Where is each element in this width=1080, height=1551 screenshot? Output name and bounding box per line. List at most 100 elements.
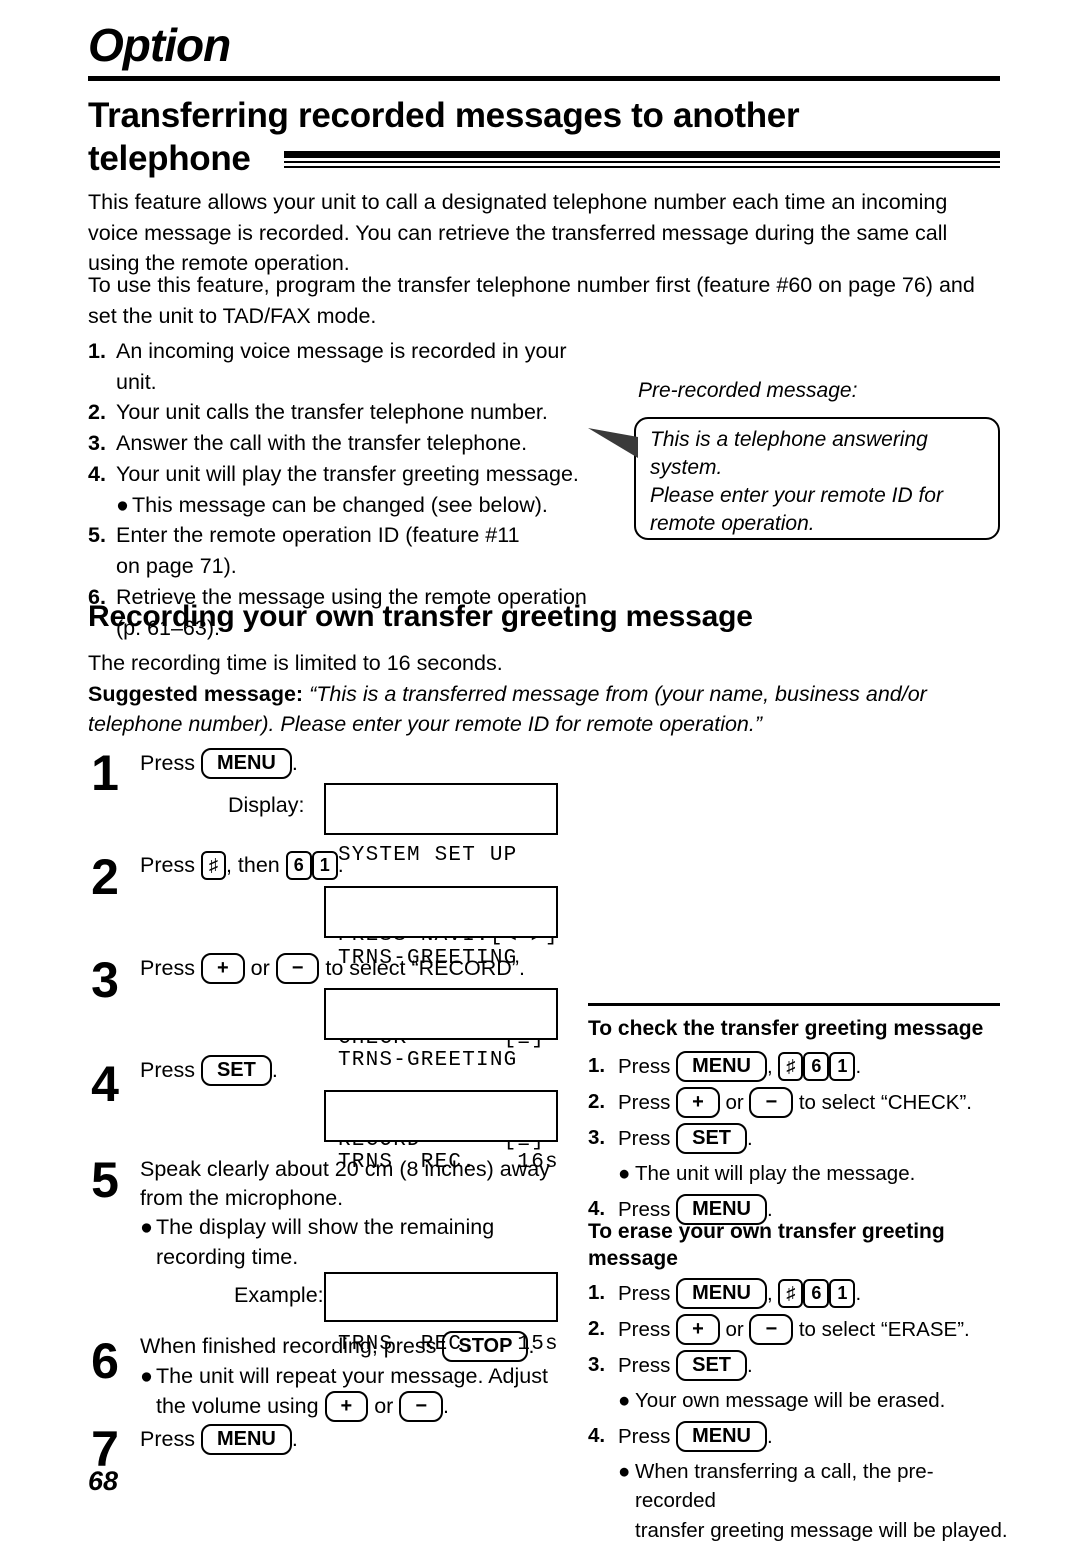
plus-key-button[interactable]: + xyxy=(676,1314,720,1345)
period: . xyxy=(767,1424,773,1448)
bubble-line-4: remote operation. xyxy=(650,511,815,535)
step-4-body: Press SET. xyxy=(140,1055,560,1086)
period: . xyxy=(747,1127,753,1150)
plus-key-button[interactable]: + xyxy=(324,1391,369,1423)
subsection-title: Recording your own transfer greeting mes… xyxy=(88,600,753,633)
list-item: 1. Press MENU, ♯ 6 1. xyxy=(588,1278,1008,1309)
hash-key-button[interactable]: ♯ xyxy=(778,1279,804,1308)
bullet-text: When transferring a call, the pre-record… xyxy=(635,1459,934,1513)
press-word: Press xyxy=(618,1424,671,1448)
erase-section-title-line1: To erase your own transfer greeting xyxy=(588,1220,945,1243)
bullet-text-cont: the volume using xyxy=(156,1394,319,1419)
list-item: 3. Answer the call with the transfer tel… xyxy=(88,428,608,459)
step-5-line-1: Speak clearly about 20 cm (8 inches) awa… xyxy=(140,1157,550,1181)
list-item-text: Your unit will play the transfer greetin… xyxy=(116,461,579,486)
bubble-line-1: This is a telephone answering xyxy=(650,428,928,451)
list-item-bullet: ● The unit will play the message. xyxy=(588,1159,1008,1189)
period: . xyxy=(855,1282,862,1305)
period: . xyxy=(443,1394,449,1419)
step-1-body: Press MENU. xyxy=(140,748,560,779)
list-item: 2. Press + or − to select “CHECK”. xyxy=(588,1087,1008,1118)
list-item-number: 2. xyxy=(88,400,106,425)
menu-key-button[interactable]: MENU xyxy=(676,1420,767,1452)
example-label: Example: xyxy=(234,1283,324,1307)
list-item-text: Enter the remote operation ID (feature #… xyxy=(116,523,520,548)
minus-key-button[interactable]: − xyxy=(749,1314,794,1345)
bullet-icon: ● xyxy=(140,1364,153,1388)
digit-6-key-button[interactable]: 6 xyxy=(803,1052,830,1081)
digit-1-key-button[interactable]: 1 xyxy=(829,1279,856,1308)
minus-key-button[interactable]: − xyxy=(749,1087,794,1118)
list-item: 5. Enter the remote operation ID (featur… xyxy=(88,520,608,551)
press-word: Press xyxy=(618,1091,671,1114)
plus-key-button[interactable]: + xyxy=(676,1087,720,1118)
bullet-text-wrap: The display will show the remaining reco… xyxy=(156,1213,494,1271)
list-item: 3. Press SET. xyxy=(588,1123,1008,1154)
recording-intro: The recording time is limited to 16 seco… xyxy=(88,648,1000,740)
erase-section-list: 1. Press MENU, ♯ 6 1. 2. Press + or − to s… xyxy=(588,1278,1008,1551)
list-item-tail: to select “ERASE”. xyxy=(798,1318,970,1341)
list-item-text: Answer the call with the transfer teleph… xyxy=(116,431,528,456)
suggested-message-label: Suggested message: xyxy=(88,681,304,706)
minus-key-button[interactable]: − xyxy=(399,1391,443,1423)
list-item-number: 3. xyxy=(88,431,106,456)
check-section-title: To check the transfer greeting message xyxy=(588,1017,984,1040)
set-key-button[interactable]: SET xyxy=(676,1123,748,1154)
step-number-4: 4 xyxy=(91,1056,119,1112)
stop-key-button[interactable]: STOP xyxy=(442,1331,529,1362)
digit-6-key-button[interactable]: 6 xyxy=(285,851,312,880)
hash-key-button[interactable]: ♯ xyxy=(200,851,226,880)
list-item-number: 2. xyxy=(588,1317,606,1340)
press-word: Press xyxy=(618,1127,671,1150)
step-2-body: Press ♯, then 61. xyxy=(140,851,560,880)
digit-1-key-button[interactable]: 1 xyxy=(311,851,338,880)
list-item-continuation: on page 71). xyxy=(116,554,237,579)
list-item: 3. Press SET. xyxy=(588,1350,1008,1381)
display-label: Display: xyxy=(228,793,305,817)
intro-step-list: 1. An incoming voice message is recorded… xyxy=(88,336,608,643)
page-title-line1: Transferring recorded messages to anothe… xyxy=(88,96,800,135)
list-item-text: Press SET. xyxy=(618,1350,1008,1381)
list-item-number: 2. xyxy=(588,1090,606,1113)
press-word: Press xyxy=(618,1282,671,1305)
bubble-line-3: Please enter your remote ID for xyxy=(650,483,943,507)
press-word: Press xyxy=(618,1055,671,1078)
lcd-display-step2: TRNS-GREETING CHECK [±] xyxy=(324,886,558,1050)
list-item-number: 1. xyxy=(588,1281,606,1304)
hash-key-button[interactable]: ♯ xyxy=(778,1052,804,1081)
minus-key-button[interactable]: − xyxy=(275,953,320,984)
menu-key-button[interactable]: MENU xyxy=(676,1278,767,1309)
step-3-tail: to select “RECORD”. xyxy=(325,956,525,980)
check-section-list: 1. Press MENU, ♯ 6 1. 2. Press + or − to s… xyxy=(588,1051,1008,1230)
or-word: or xyxy=(725,1091,744,1114)
plus-key-button[interactable]: + xyxy=(200,953,245,984)
comma: , xyxy=(767,1282,773,1305)
list-item-text: Press MENU, ♯ 6 1. xyxy=(618,1051,1008,1082)
step-5-line-2: from the microphone. xyxy=(140,1186,344,1211)
section-label: Option xyxy=(88,19,231,71)
press-word: Press xyxy=(140,1058,195,1082)
comma: , xyxy=(767,1055,773,1078)
bullet-icon: ● xyxy=(116,492,129,517)
step-3-body: Press + or − to select “RECORD”. xyxy=(140,953,580,984)
digit-6-key-button[interactable]: 6 xyxy=(803,1279,830,1308)
step-number-3: 3 xyxy=(91,952,119,1008)
list-item-tail: to select “CHECK”. xyxy=(798,1091,972,1114)
set-key-button[interactable]: SET xyxy=(200,1055,272,1086)
prerecorded-message-label: Pre-recorded message: xyxy=(638,379,858,402)
list-item: 2. Your unit calls the transfer telephon… xyxy=(88,397,608,428)
menu-key-button[interactable]: MENU xyxy=(200,1424,292,1455)
press-word: Press xyxy=(618,1318,671,1341)
step-5-body: Speak clearly about 20 cm (8 inches) awa… xyxy=(140,1155,570,1272)
recording-time-note: The recording time is limited to 16 seco… xyxy=(88,651,503,675)
digit-1-key-button[interactable]: 1 xyxy=(829,1052,856,1081)
set-key-button[interactable]: SET xyxy=(676,1350,748,1381)
step-number-1: 1 xyxy=(91,745,119,801)
list-item: 4. Your unit will play the transfer gree… xyxy=(88,459,608,490)
menu-key-button[interactable]: MENU xyxy=(676,1051,767,1082)
list-item-number: 3. xyxy=(588,1126,606,1149)
bullet-icon: ● xyxy=(618,1389,631,1412)
list-item-text: Press + or − to select “ERASE”. xyxy=(618,1314,1008,1345)
menu-key-button[interactable]: MENU xyxy=(200,748,292,779)
step-6-body: When finished recording, press STOP. ● T… xyxy=(140,1331,580,1423)
